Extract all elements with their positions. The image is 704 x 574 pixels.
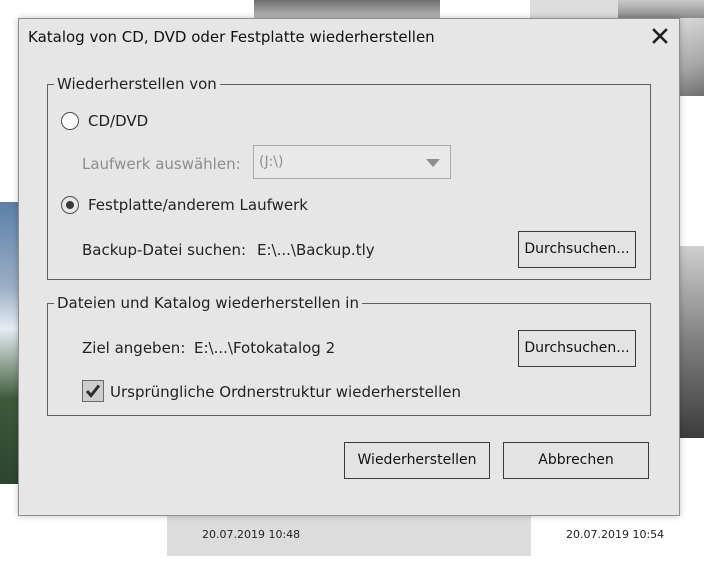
restore-button[interactable]: Wiederherstellen bbox=[344, 442, 490, 479]
harddisk-label[interactable]: Festplatte/anderem Laufwerk bbox=[88, 196, 308, 214]
drive-select[interactable]: (J:\) bbox=[253, 145, 451, 179]
target-path: E:\...\Fotokatalog 2 bbox=[194, 339, 336, 357]
drive-select-label: Laufwerk auswählen: bbox=[82, 155, 241, 173]
restore-from-legend: Wiederherstellen von bbox=[57, 75, 217, 93]
background-photo bbox=[254, 0, 440, 18]
drive-select-value: (J:\) bbox=[259, 154, 284, 170]
backup-file-path: E:\...\Backup.tly bbox=[257, 241, 375, 259]
browse-backup-button[interactable]: Durchsuchen... bbox=[518, 231, 636, 268]
keep-folder-structure-checkbox[interactable] bbox=[82, 380, 104, 402]
cd-dvd-radio[interactable] bbox=[61, 112, 79, 130]
photo-date-caption: 20.07.2019 10:48 bbox=[202, 528, 301, 541]
dialog-title: Katalog von CD, DVD oder Festplatte wied… bbox=[28, 28, 435, 46]
close-button[interactable] bbox=[647, 23, 673, 49]
backup-file-label: Backup-Datei suchen: bbox=[82, 241, 247, 259]
browse-target-button[interactable]: Durchsuchen... bbox=[518, 330, 636, 367]
chevron-down-icon bbox=[426, 159, 440, 167]
cancel-button[interactable]: Abbrechen bbox=[503, 442, 649, 479]
cd-dvd-label[interactable]: CD/DVD bbox=[88, 112, 148, 130]
title-bar: Katalog von CD, DVD oder Festplatte wied… bbox=[19, 19, 679, 53]
background-photo bbox=[680, 18, 704, 96]
restore-catalog-dialog: Katalog von CD, DVD oder Festplatte wied… bbox=[18, 18, 680, 516]
harddisk-radio[interactable] bbox=[61, 196, 79, 214]
target-label: Ziel angeben: bbox=[82, 339, 186, 357]
background-tile bbox=[530, 0, 618, 18]
restore-to-legend: Dateien und Katalog wiederherstellen in bbox=[57, 294, 359, 312]
background-photo bbox=[0, 202, 18, 484]
photo-date-caption: 20.07.2019 10:54 bbox=[566, 528, 665, 541]
keep-folder-structure-label[interactable]: Ursprüngliche Ordnerstruktur wiederherst… bbox=[110, 383, 461, 401]
checkmark-icon bbox=[85, 384, 101, 398]
background-photo bbox=[680, 246, 704, 438]
close-icon bbox=[652, 28, 668, 44]
background-photo bbox=[618, 0, 704, 18]
